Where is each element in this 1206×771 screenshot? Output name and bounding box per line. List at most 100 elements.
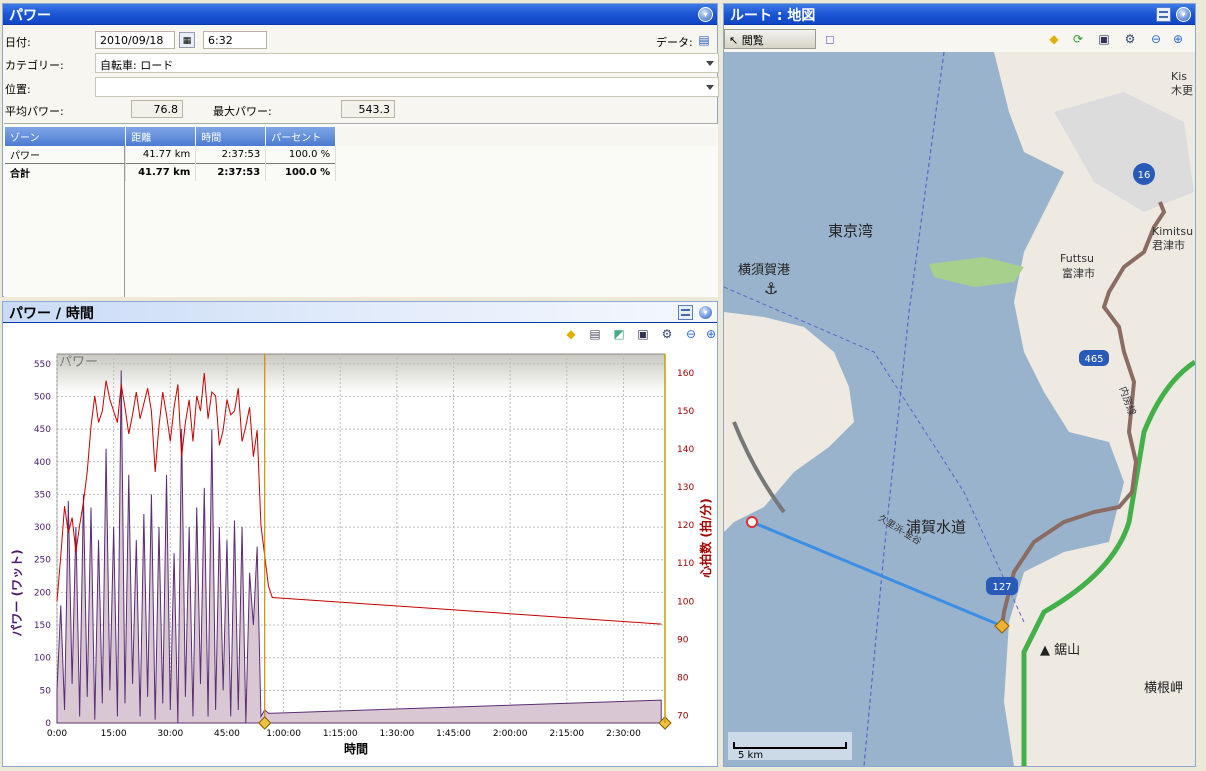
map-label-kimitsu-jp: 君津市 xyxy=(1152,238,1185,252)
cell-time: 2:37:53 xyxy=(195,146,267,164)
avg-power-label: 平均パワー: xyxy=(5,105,64,118)
layout-icon[interactable] xyxy=(1156,7,1171,22)
y-axis-label: パワー (ワット) xyxy=(10,549,24,636)
svg-text:465: 465 xyxy=(1084,354,1103,365)
y2-tick-label: 100 xyxy=(677,597,694,607)
location-dropdown[interactable] xyxy=(95,77,719,97)
map-shipping-lane xyxy=(863,52,945,766)
cell-zone: パワー xyxy=(5,146,127,164)
map-label-nokogiri: ▲ 鋸山 xyxy=(1040,643,1080,658)
cell-empty xyxy=(336,146,717,164)
calendar-icon[interactable]: ▦ xyxy=(179,32,195,48)
location-label: 位置: xyxy=(5,83,31,96)
y-tick-label: 200 xyxy=(34,588,51,598)
chevron-down-icon xyxy=(706,85,714,90)
category-label: カテゴリー: xyxy=(5,59,64,72)
select-square-icon[interactable]: ◻ xyxy=(822,31,838,47)
y2-tick-label: 90 xyxy=(677,635,689,645)
category-dropdown[interactable]: 自転車: ロード xyxy=(95,53,719,73)
collapse-icon[interactable]: ▾ xyxy=(698,305,713,320)
col-percent[interactable]: パーセント xyxy=(265,127,337,146)
map-scale-bar: 5 km xyxy=(728,732,852,761)
map-label-yokone: 横根岬 xyxy=(1144,681,1183,696)
data-menu-icon[interactable]: ▤ xyxy=(696,32,712,48)
route-map[interactable]: 16 465 127 東京湾 横須賀港 ⚓ 浦賀水道 Futtsu 富津市 Ki… xyxy=(724,52,1195,766)
map-toolbar: ↖ 閲覧 ◻ ◆ ⟳ ▣ ⚙ ⊖ ⊕ xyxy=(724,26,1195,52)
y2-tick-label: 110 xyxy=(677,559,694,569)
diamond-icon[interactable]: ◆ xyxy=(563,326,579,342)
chart-panel: パワー / 時間 ▾ ◆ ▤ ◩ ▣ ⚙ ⊖ ⊕ パワー 0:00 15:00 30… xyxy=(2,301,718,767)
zoom-in-icon[interactable]: ⊕ xyxy=(1170,31,1186,47)
map-label-futtsu-jp: 富津市 xyxy=(1062,266,1095,280)
anchor-icon: ⚓ xyxy=(764,279,778,298)
chart-icon[interactable]: ◩ xyxy=(611,326,627,342)
table-row[interactable]: パワー 41.77 km 2:37:53 100.0 % xyxy=(5,146,717,164)
y-tick-label: 0 xyxy=(45,719,51,729)
col-distance[interactable]: 距離 xyxy=(125,127,197,146)
browse-button[interactable]: ↖ 閲覧 xyxy=(724,29,816,49)
chart-panel-title: パワー / 時間 ▾ xyxy=(3,302,717,323)
zoom-in-icon[interactable]: ⊕ xyxy=(703,326,719,342)
y-tick-label: 150 xyxy=(34,621,51,631)
map-label-kisa-jp: 木更 xyxy=(1171,84,1193,97)
zone-table-header: ゾーン 距離 時間 パーセント xyxy=(5,127,717,146)
svg-text:16: 16 xyxy=(1138,170,1151,181)
y2-tick-label: 130 xyxy=(677,483,694,493)
col-empty xyxy=(335,127,717,146)
y-tick-label: 550 xyxy=(34,360,51,370)
end-marker-icon[interactable] xyxy=(994,618,1010,634)
y-tick-label: 300 xyxy=(34,523,51,533)
power-title-text: パワー xyxy=(9,8,51,24)
chevron-down-icon xyxy=(706,61,714,66)
gear-icon[interactable]: ⚙ xyxy=(659,326,675,342)
map-label-yokosuka: 横須賀港 xyxy=(738,263,790,278)
y2-tick-label: 160 xyxy=(677,369,694,379)
x-tick-label: 1:00:00 xyxy=(266,729,301,739)
y-tick-label: 100 xyxy=(34,654,51,664)
zoom-out-icon[interactable]: ⊖ xyxy=(683,326,699,342)
zone-table: ゾーン 距離 時間 パーセント パワー 41.77 km 2:37:53 100… xyxy=(5,127,717,181)
col-time[interactable]: 時間 xyxy=(195,127,267,146)
browse-label: 閲覧 xyxy=(741,34,764,47)
map-label-futtsu: Futtsu xyxy=(1060,252,1094,265)
y2-tick-label: 150 xyxy=(677,407,694,417)
layout-icon[interactable] xyxy=(678,305,693,320)
date-field[interactable]: 2010/09/18 xyxy=(95,31,175,49)
x-tick-label: 2:15:00 xyxy=(549,729,584,739)
route-16-shield: 16 xyxy=(1133,163,1155,185)
x-tick-label: 2:00:00 xyxy=(493,729,528,739)
col-zone[interactable]: ゾーン xyxy=(5,127,127,146)
map-label-kimitsu: Kimitsu xyxy=(1152,225,1193,238)
time-field[interactable]: 6:32 xyxy=(203,31,267,49)
x-tick-label: 1:45:00 xyxy=(436,729,471,739)
x-tick-label: 30:00 xyxy=(157,729,183,739)
diamond-icon[interactable]: ◆ xyxy=(1046,31,1062,47)
start-marker-icon[interactable] xyxy=(746,516,758,528)
cell-percent: 100.0 % xyxy=(265,146,337,164)
x-axis-label: 時間 xyxy=(344,741,368,756)
data-label: データ: xyxy=(656,36,693,49)
zoom-out-icon[interactable]: ⊖ xyxy=(1148,31,1164,47)
gear-icon[interactable]: ⚙ xyxy=(1122,31,1138,47)
cell-distance: 41.77 km xyxy=(125,146,197,164)
collapse-icon[interactable]: ▾ xyxy=(1176,7,1191,22)
map-ferry-route xyxy=(751,520,1003,628)
heart-rate-series-line xyxy=(56,372,662,625)
save-icon[interactable]: ▣ xyxy=(1096,31,1112,47)
y2-tick-label: 120 xyxy=(677,521,694,531)
power-time-chart[interactable]: パワー 0:00 15:00 30:00 45:00 1:00:00 1:15:00 1:3… xyxy=(3,348,717,766)
save-icon[interactable]: ▣ xyxy=(635,326,651,342)
x-tick-label: 45:00 xyxy=(214,729,240,739)
power-series-area xyxy=(56,370,662,724)
x-tick-label: 1:30:00 xyxy=(380,729,415,739)
y-tick-label: 350 xyxy=(34,490,51,500)
table-total-row[interactable]: 合計 41.77 km 2:37:53 100.0 % xyxy=(5,163,717,181)
table-icon[interactable]: ▤ xyxy=(587,326,603,342)
collapse-icon[interactable]: ▾ xyxy=(698,7,713,22)
y2-tick-label: 140 xyxy=(677,445,694,455)
map-title-text: ルート : 地図 xyxy=(730,8,816,24)
refresh-icon[interactable]: ⟳ xyxy=(1070,31,1086,47)
power-panel: パワー ▾ 日付: 2010/09/18 ▦ 6:32 データ: ▤ カテゴリー… xyxy=(2,3,719,297)
avg-power-value: 76.8 xyxy=(131,100,183,118)
svg-text:127: 127 xyxy=(992,582,1011,593)
